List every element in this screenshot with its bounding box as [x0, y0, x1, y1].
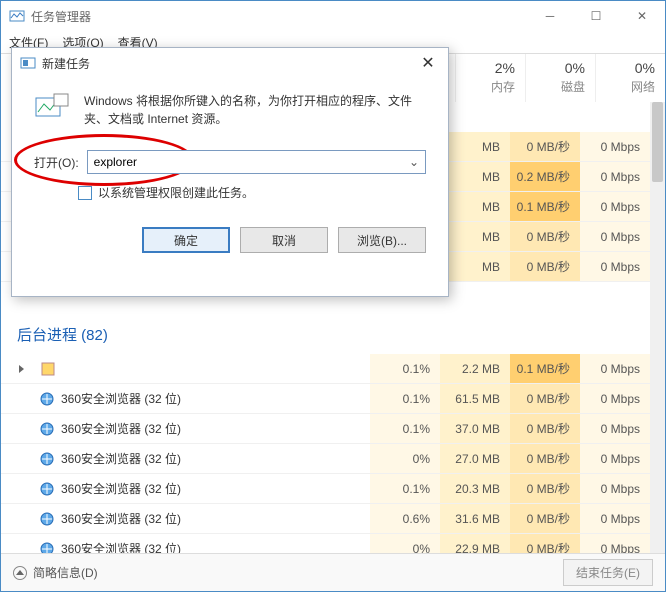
app-icon — [40, 361, 56, 377]
process-name: 360安全浏览器 (32 位) — [61, 390, 181, 407]
cell-cpu: 0.1% — [370, 414, 440, 443]
browser-icon — [39, 421, 55, 437]
process-name: 360安全浏览器 (32 位) — [61, 480, 181, 497]
dialog-close-button[interactable]: ✕ — [408, 48, 448, 78]
ok-button[interactable]: 确定 — [142, 227, 230, 253]
vertical-scrollbar[interactable] — [650, 102, 665, 553]
cell-cpu: 0% — [370, 444, 440, 473]
cell-disk: 0.2 MB/秒 — [510, 162, 580, 191]
cell-mem: 20.3 MB — [440, 474, 510, 503]
browser-icon — [39, 511, 55, 527]
chevron-up-icon — [16, 570, 24, 575]
fewer-details-button[interactable]: 简略信息(D) — [13, 564, 98, 581]
cell-disk: 0 MB/秒 — [510, 384, 580, 413]
end-task-button[interactable]: 结束任务(E) — [563, 559, 653, 586]
cell-disk: 0 MB/秒 — [510, 534, 580, 553]
cell-disk: 0 MB/秒 — [510, 252, 580, 281]
cell-net: 0 Mbps — [580, 384, 650, 413]
run-program-icon — [34, 92, 70, 120]
cell-mem: MB — [440, 132, 510, 161]
open-label: 打开(O): — [34, 154, 79, 171]
cell-cpu: 0.6% — [370, 504, 440, 533]
titlebar: 任务管理器 ─ ☐ ✕ — [1, 1, 665, 31]
close-button[interactable]: ✕ — [619, 1, 665, 31]
cell-cpu: 0.1% — [370, 474, 440, 503]
table-header: 2% 内存 0% 磁盘 0% 网络 — [455, 54, 665, 102]
table-row[interactable]: 0.1% 2.2 MB 0.1 MB/秒 0 Mbps — [1, 354, 650, 384]
cell-disk: 0 MB/秒 — [510, 132, 580, 161]
col-memory[interactable]: 2% 内存 — [455, 54, 525, 102]
cell-mem: 31.6 MB — [440, 504, 510, 533]
col-network[interactable]: 0% 网络 — [595, 54, 665, 102]
cell-net: 0 Mbps — [580, 444, 650, 473]
footer: 简略信息(D) 结束任务(E) — [1, 553, 665, 591]
run-icon — [20, 55, 36, 71]
cell-mem: 37.0 MB — [440, 414, 510, 443]
browse-button[interactable]: 浏览(B)... — [338, 227, 426, 253]
dialog-titlebar: 新建任务 ✕ — [12, 48, 448, 78]
table-row[interactable]: 360安全浏览器 (32 位) 0% 22.9 MB 0 MB/秒 0 Mbps — [1, 534, 650, 553]
cell-net: 0 Mbps — [580, 474, 650, 503]
cell-net: 0 Mbps — [580, 414, 650, 443]
process-name: 360安全浏览器 (32 位) — [61, 450, 181, 467]
cell-disk: 0 MB/秒 — [510, 474, 580, 503]
cell-net: 0 Mbps — [580, 162, 650, 191]
cell-net: 0 Mbps — [580, 354, 650, 383]
taskmgr-icon — [9, 8, 25, 24]
scrollbar-thumb[interactable] — [652, 102, 663, 182]
cell-net: 0 Mbps — [580, 252, 650, 281]
expand-icon[interactable] — [19, 365, 24, 373]
browser-icon — [39, 391, 55, 407]
browser-icon — [39, 541, 55, 554]
dialog-message: Windows 将根据你所键入的名称，为你打开相应的程序、文件夹、文档或 Int… — [84, 92, 426, 128]
cell-net: 0 Mbps — [580, 192, 650, 221]
cell-disk: 0 MB/秒 — [510, 222, 580, 251]
chevron-down-icon[interactable]: ⌄ — [409, 155, 419, 169]
cell-disk: 0 MB/秒 — [510, 504, 580, 533]
table-row[interactable]: 360安全浏览器 (32 位) 0.1% 37.0 MB 0 MB/秒 0 Mb… — [1, 414, 650, 444]
browser-icon — [39, 481, 55, 497]
cell-net: 0 Mbps — [580, 534, 650, 553]
dialog-title: 新建任务 — [42, 55, 90, 72]
cell-disk: 0 MB/秒 — [510, 444, 580, 473]
table-row[interactable]: 360安全浏览器 (32 位) 0.6% 31.6 MB 0 MB/秒 0 Mb… — [1, 504, 650, 534]
process-name: 360安全浏览器 (32 位) — [61, 540, 181, 553]
cell-net: 0 Mbps — [580, 222, 650, 251]
checkbox-icon[interactable] — [78, 186, 92, 200]
cell-mem: 61.5 MB — [440, 384, 510, 413]
cell-disk: 0.1 MB/秒 — [510, 192, 580, 221]
cell-mem: 22.9 MB — [440, 534, 510, 553]
window-title: 任务管理器 — [31, 8, 91, 25]
open-input-value[interactable]: explorer — [94, 155, 409, 169]
process-name: 360安全浏览器 (32 位) — [61, 420, 181, 437]
minimize-button[interactable]: ─ — [527, 1, 573, 31]
cell-mem: MB — [440, 252, 510, 281]
run-dialog: 新建任务 ✕ Windows 将根据你所键入的名称，为你打开相应的程序、文件夹、… — [11, 47, 449, 297]
cancel-button[interactable]: 取消 — [240, 227, 328, 253]
open-combobox[interactable]: explorer ⌄ — [87, 150, 426, 174]
maximize-button[interactable]: ☐ — [573, 1, 619, 31]
table-row[interactable]: 360安全浏览器 (32 位) 0.1% 61.5 MB 0 MB/秒 0 Mb… — [1, 384, 650, 414]
cell-disk: 0 MB/秒 — [510, 414, 580, 443]
process-name: 360安全浏览器 (32 位) — [61, 510, 181, 527]
bg-section-title: 后台进程 (82) — [17, 324, 108, 345]
admin-checkbox-row[interactable]: 以系统管理权限创建此任务。 — [78, 184, 426, 201]
browser-icon — [39, 451, 55, 467]
cell-mem: MB — [440, 192, 510, 221]
cell-mem: MB — [440, 222, 510, 251]
cell-net: 0 Mbps — [580, 504, 650, 533]
cell-mem: 27.0 MB — [440, 444, 510, 473]
admin-checkbox-label: 以系统管理权限创建此任务。 — [98, 184, 254, 201]
cell-net: 0 Mbps — [580, 132, 650, 161]
cell-mem: 2.2 MB — [440, 354, 510, 383]
cell-cpu: 0.1% — [370, 384, 440, 413]
cell-cpu: 0% — [370, 534, 440, 553]
cell-mem: MB — [440, 162, 510, 191]
cell-disk: 0.1 MB/秒 — [510, 354, 580, 383]
cell-cpu: 0.1% — [370, 354, 440, 383]
table-row[interactable]: 360安全浏览器 (32 位) 0% 27.0 MB 0 MB/秒 0 Mbps — [1, 444, 650, 474]
col-disk[interactable]: 0% 磁盘 — [525, 54, 595, 102]
table-row[interactable]: 360安全浏览器 (32 位) 0.1% 20.3 MB 0 MB/秒 0 Mb… — [1, 474, 650, 504]
